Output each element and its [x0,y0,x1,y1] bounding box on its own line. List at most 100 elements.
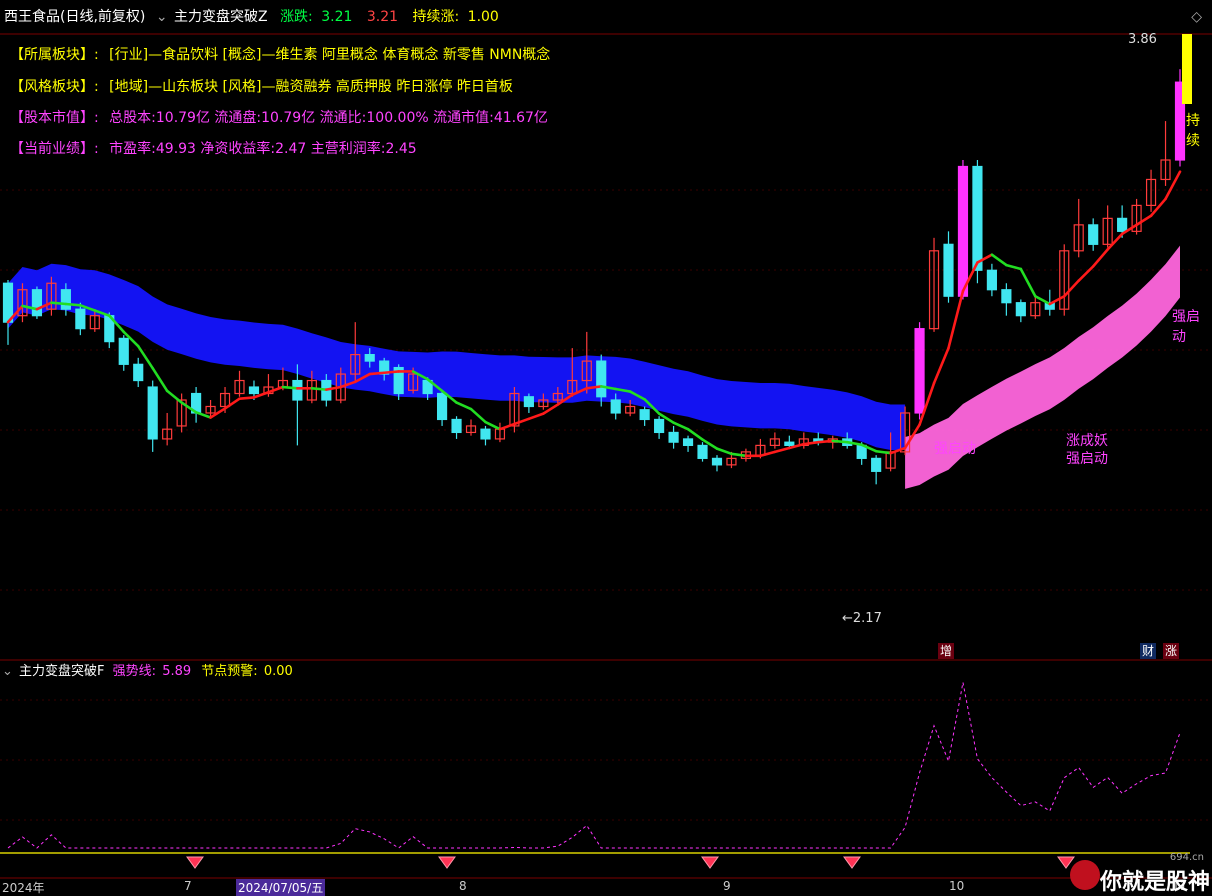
ma-line-segment [310,387,328,391]
alert-diamond-icon [843,856,861,869]
badge-cai[interactable]: 财 [1140,643,1157,659]
ma-line-segment [730,452,748,458]
indicator-name[interactable]: 主力变盘突破Z [174,0,268,34]
candle-body [2,282,14,323]
ma-line-segment [498,422,516,431]
candle-body [436,392,448,421]
ma-line-segment [455,401,473,411]
ma-line-segment [484,420,502,431]
start-label-2: 强启动 [1066,451,1108,467]
candle-body [654,418,665,434]
candle-body [1001,289,1012,304]
ma-line-segment [368,371,386,376]
ma-line-segment [281,385,299,390]
info-label: 【股本市值】: [10,110,99,126]
candle-body [871,457,882,472]
candle-body [292,379,303,401]
info-text: [行业]—食品饮料 [概念]—维生素 阿里概念 体育概念 新零售 NMN概念 [109,47,551,63]
info-text: 总股本:10.79亿 流通盘:10.79亿 流通比:100.00% 流通市值:4… [109,110,548,126]
kline-chart[interactable] [0,0,1212,895]
info-row-capital: 【股本市值】: 总股本:10.79亿 流通盘:10.79亿 流通比:100.00… [10,107,548,127]
stock-title[interactable]: 西王食品(日线,前复权) [4,0,145,34]
ma-line-segment [715,447,733,456]
sub-strength-curve [7,682,1181,849]
node-value: 0.00 [263,664,293,679]
ma-line-segment [1091,248,1109,268]
start-label-1: 强启动 [934,441,976,457]
candle-body [480,428,491,440]
candle-body [1088,224,1099,245]
sub-panel-header: ⌄ 主力变盘突破F 强势线: 5.89 节点预警: 0.00 [2,660,293,679]
candle-body [248,386,260,395]
monster-label: 涨成妖 [1066,433,1108,449]
watermark-logo-icon [1070,860,1100,890]
date-label: 8 [459,879,467,893]
price-low-value: 2.17 [852,611,882,626]
ma-line-segment [513,417,531,426]
ma-line-segment [802,440,820,446]
persist-value: 1.00 [467,9,499,25]
ma-line-segment [1106,232,1124,251]
candle-body [523,396,534,408]
candle-body [596,360,607,398]
ma-line-segment [1048,294,1066,306]
date-label: 9 [723,879,731,893]
price-low-label: ←2.17 [842,611,882,626]
chart-header: 西王食品(日线,前复权) ⌄ 主力变盘突破Z 涨跌: 3.21 3.21 持续涨… [0,0,1212,34]
diamond-icon[interactable]: ◇ [1191,0,1202,34]
persist-tag: 持续 [1186,113,1200,149]
ma-line-segment [223,397,241,410]
ma-line-segment [759,450,777,458]
candle-body [610,399,621,414]
ma-line-segment [382,370,400,375]
info-row-sector: 【所属板块】: [行业]—食品饮料 [概念]—维生素 阿里概念 体育概念 新零售… [10,44,550,64]
candle-body [75,308,86,330]
ma-line-segment [1077,265,1095,282]
candle-body [60,289,71,310]
ma-line-segment [527,412,545,421]
ma-line-segment [672,421,690,431]
info-text: 市盈率:49.93 净资收益率:2.47 主营利润率:2.45 [109,141,417,157]
watermark-text: 你就是股神 [1100,870,1211,895]
strong-label: 强势线: [112,664,157,679]
info-label: 【当前业绩】: [10,141,99,157]
ma-line-segment [267,385,285,394]
node-label: 节点预警: [201,664,258,679]
candle-body [697,444,708,459]
ma-line-segment [64,302,82,307]
start-label-3: 强启动 [1172,309,1200,345]
ma-line-segment [469,407,487,424]
candle-body [31,289,43,317]
badge-zhang[interactable]: 涨 [1163,643,1180,659]
candle-body [711,457,723,466]
strong-value: 5.89 [162,664,192,679]
sub-indicator-name[interactable]: 主力变盘突破F [19,664,104,679]
info-label: 【风格板块】: [10,79,99,95]
change-label: 涨跌: [280,9,313,25]
chevron-down-icon[interactable]: ⌄ [156,0,168,34]
ma-line-segment [990,253,1008,267]
alert-diamond-icon [186,856,204,869]
ma-line-segment [1149,197,1167,218]
candle-body [784,441,795,447]
info-row-style: 【风格板块】: [地域]—山东板块 [风格]—融资融券 高质押股 昨日涨停 昨日… [10,76,513,96]
alert-diamond-icon [438,856,456,869]
change-value: 3.21 [321,9,353,25]
ma-line-segment [1164,170,1182,201]
candle-body [1015,302,1026,317]
date-label: 10 [949,879,965,893]
cursor-date-label: 2024/07/05/五 [236,879,326,896]
ma-line-segment [50,301,68,306]
alert-diamond-icon [701,856,719,869]
ma-line-segment [686,427,704,441]
candle-body [668,431,679,443]
ma-line-segment [773,446,791,454]
candle-body [364,353,375,362]
ma-line-segment [1135,214,1153,227]
ma-line-segment [1062,279,1081,298]
badge-zeng[interactable]: 增 [938,643,955,659]
date-label: 2024年 [2,881,45,895]
candle-body [957,165,969,297]
chevron-down-icon[interactable]: ⌄ [2,664,13,679]
ma-line-segment [947,289,965,350]
